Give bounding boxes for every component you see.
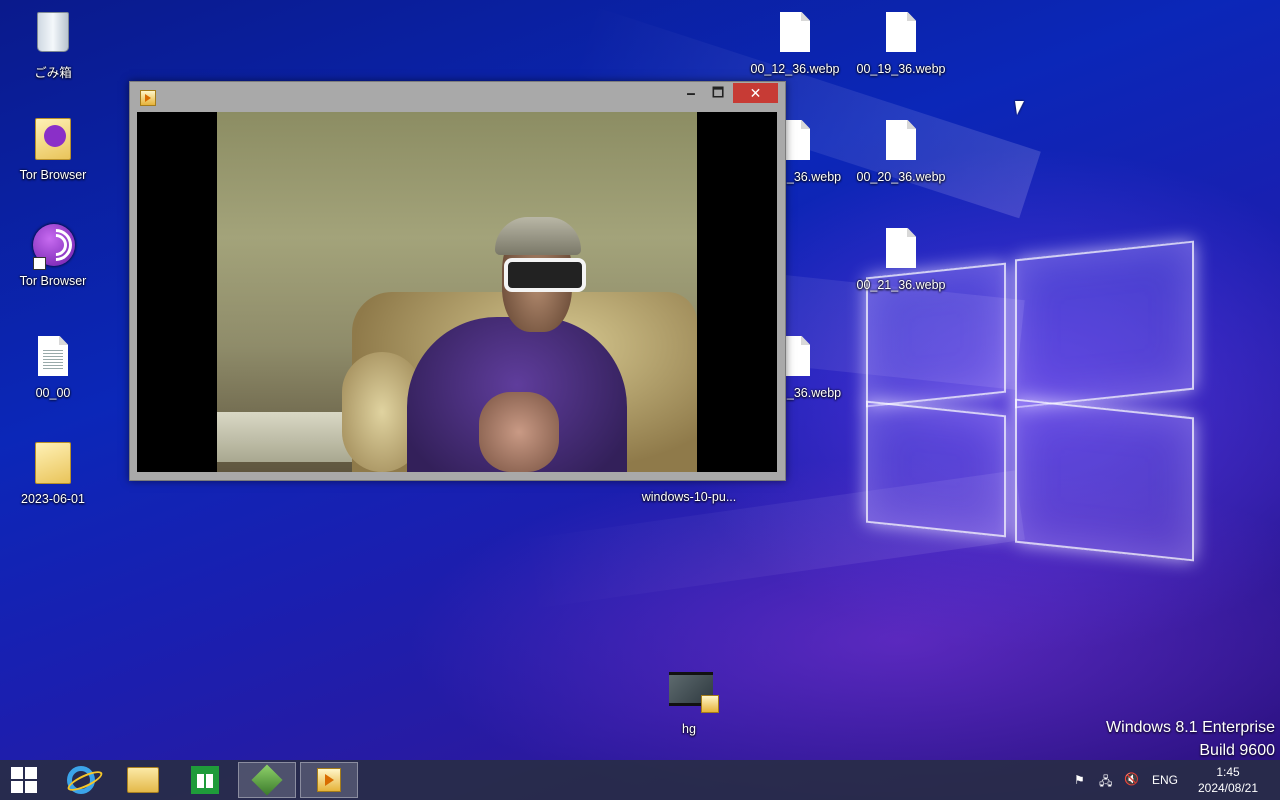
desktop-icon-label: 00_21_36.webp [856,278,946,292]
media-player-window[interactable]: 🗕 🗖 ✕ [129,81,786,481]
windows-logo-icon [11,767,37,793]
desktop-icon-label: 00_12_36.webp [750,62,840,76]
desktop-icon-label: ごみ箱 [34,66,72,80]
window-titlebar[interactable]: 🗕 🗖 ✕ [130,82,785,112]
taskbar-internet-explorer[interactable] [52,760,110,800]
shortcut-arrow-icon [33,257,46,270]
folder-icon [33,442,73,488]
desktop-icon-tor-browser-folder[interactable]: Tor Browser [3,116,103,182]
minimize-button[interactable]: 🗕 [678,83,704,103]
desktop-icon-label: Tor Browser [19,168,87,182]
input-language[interactable]: ENG [1152,773,1178,787]
media-player-icon [317,768,341,792]
taskbar: ⚑ 🖧 🔇 ENG [0,760,1280,800]
desktop-icon-00-19-36[interactable]: 00_19_36.webp [851,10,951,76]
desktop-icon-label: 2023-06-01 [21,492,85,506]
start-button[interactable] [4,760,44,800]
media-player-app-icon[interactable] [140,90,156,106]
video-area[interactable] [137,112,777,472]
desktop-icon-label: 00_20_36.webp [856,170,946,184]
taskbar-app-green[interactable] [238,762,296,798]
internet-explorer-icon [65,766,105,795]
folder-tor-icon [33,118,73,164]
desktop-icon-label: windows-10-pu... [641,490,737,504]
desktop-icon-label: 00_00 [35,386,71,400]
desktop-icon-hg[interactable]: hg [639,668,739,736]
desktop-icon-2023-06-01[interactable]: 2023-06-01 [3,440,103,506]
file-icon [775,12,815,58]
desktop-icon-00-21-36[interactable]: 00_21_36.webp [851,226,951,292]
file-icon [881,12,921,58]
volume-muted-icon[interactable]: 🔇 [1124,772,1139,786]
text-file-icon [33,336,73,382]
close-button[interactable]: ✕ [733,83,778,103]
action-center-flag-icon[interactable]: ⚑ [1074,773,1085,787]
taskbar-clock[interactable]: 1:45 2024/08/21 [1190,764,1266,796]
mouse-cursor-icon [1015,101,1026,115]
desktop-icon-label: 00_19_36.webp [856,62,946,76]
desktop-icon-label: hg [682,722,696,736]
green-cube-app-icon [251,764,283,796]
clock-date: 2024/08/21 [1197,781,1259,795]
desktop-icon-00-00[interactable]: 00_00 [3,334,103,400]
windows-watermark: Windows 8.1 Enterprise Build 9600 [1106,716,1275,762]
network-icon[interactable]: 🖧 [1099,772,1112,793]
taskbar-store[interactable] [176,760,234,800]
taskbar-media-player[interactable] [300,762,358,798]
desktop-icon-tor-browser-shortcut[interactable]: Tor Browser [3,224,103,288]
video-frame [217,112,697,472]
desktop-icon-00-20-36[interactable]: 00_20_36.webp [851,118,951,184]
watermark-edition: Windows 8.1 Enterprise [1106,719,1275,736]
clock-time: 1:45 [1216,765,1240,779]
file-explorer-icon [127,767,159,793]
desktop-icon-label: Tor Browser [19,274,87,288]
watermark-build: Build 9600 [1199,742,1275,759]
file-icon [881,120,921,166]
taskbar-file-explorer[interactable] [114,760,172,800]
maximize-button[interactable]: 🗖 [705,83,731,103]
desktop-icon-00-12-36[interactable]: 00_12_36.webp [745,10,845,76]
video-file-icon [669,672,719,718]
store-icon [191,766,219,794]
tor-browser-shortcut-icon [33,224,75,270]
file-icon [881,228,921,274]
recycle-bin-icon [33,12,73,58]
desktop-icon-recycle-bin[interactable]: ごみ箱 [3,8,103,81]
